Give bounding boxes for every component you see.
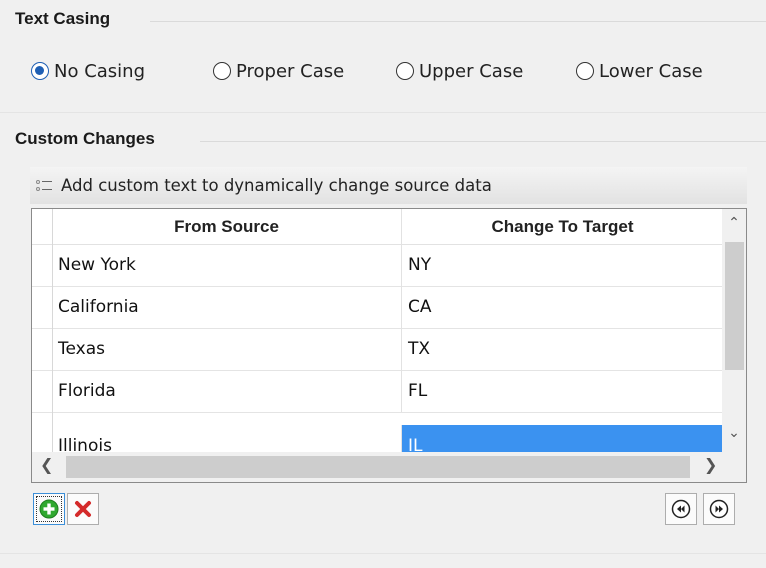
- cell-target[interactable]: CA: [402, 286, 723, 328]
- scroll-left-icon[interactable]: ❮: [40, 455, 53, 474]
- previous-icon: [671, 499, 691, 519]
- next-icon: [709, 499, 729, 519]
- cell-target[interactable]: NY: [402, 244, 723, 286]
- radio-label: Lower Case: [599, 60, 703, 82]
- grid-corner: [32, 209, 53, 244]
- delete-icon: [75, 501, 91, 517]
- radio-unchecked-icon: [576, 62, 594, 80]
- bottom-divider: [0, 553, 766, 554]
- radio-lower-case[interactable]: Lower Case: [576, 58, 703, 84]
- column-header-from-source[interactable]: From Source: [52, 209, 402, 244]
- add-row-button[interactable]: [33, 493, 65, 525]
- radio-label: No Casing: [54, 60, 146, 82]
- move-previous-button[interactable]: [665, 493, 697, 525]
- list-icon: [36, 179, 54, 193]
- scroll-down-icon[interactable]: ⌄: [722, 425, 746, 441]
- cell-source[interactable]: California: [52, 286, 402, 328]
- scroll-up-icon[interactable]: ⌃: [722, 215, 746, 231]
- text-casing-divider: [150, 21, 766, 22]
- table-row[interactable]: Florida FL: [32, 370, 722, 413]
- horizontal-scrollbar[interactable]: ❮ ❯: [32, 452, 746, 482]
- cell-target[interactable]: TX: [402, 328, 723, 370]
- row-header[interactable]: [32, 328, 53, 370]
- move-next-button[interactable]: [703, 493, 735, 525]
- scroll-right-icon[interactable]: ❯: [704, 455, 717, 474]
- grid-hint-bar: Add custom text to dynamically change so…: [30, 167, 747, 204]
- radio-no-casing[interactable]: No Casing: [31, 58, 145, 84]
- text-casing-title: Text Casing: [15, 9, 111, 28]
- cell-source[interactable]: Florida: [52, 370, 402, 412]
- vertical-scroll-thumb[interactable]: [725, 242, 744, 370]
- table-row[interactable]: Texas TX: [32, 328, 722, 371]
- custom-changes-divider: [200, 141, 766, 142]
- cell-source[interactable]: New York: [52, 244, 402, 286]
- radio-label: Upper Case: [419, 60, 524, 82]
- delete-row-button[interactable]: [67, 493, 99, 525]
- cell-source[interactable]: Illinois: [52, 425, 402, 452]
- custom-changes-grid[interactable]: From Source Change To Target New York NY…: [31, 208, 747, 483]
- grid-header-row: From Source Change To Target: [32, 209, 722, 245]
- row-header[interactable]: [32, 286, 53, 328]
- radio-proper-case[interactable]: Proper Case: [213, 58, 344, 84]
- vertical-scrollbar[interactable]: ⌃ ⌄: [722, 209, 746, 452]
- cell-target-selected[interactable]: IL: [402, 425, 722, 452]
- row-header[interactable]: [32, 370, 53, 412]
- radio-label: Proper Case: [236, 60, 345, 82]
- table-row[interactable]: New York NY: [32, 244, 722, 287]
- radio-checked-icon: [31, 62, 49, 80]
- column-header-change-to-target[interactable]: Change To Target: [402, 209, 723, 244]
- table-row-selected[interactable]: Illinois IL: [32, 412, 722, 453]
- row-header[interactable]: [32, 244, 53, 286]
- add-icon: [39, 499, 59, 519]
- cell-source[interactable]: Texas: [52, 328, 402, 370]
- radio-unchecked-icon: [213, 62, 231, 80]
- grid-hint-text: Add custom text to dynamically change so…: [61, 176, 492, 195]
- table-row[interactable]: California CA: [32, 286, 722, 329]
- cell-target[interactable]: FL: [402, 370, 723, 412]
- radio-upper-case[interactable]: Upper Case: [396, 58, 523, 84]
- radio-unchecked-icon: [396, 62, 414, 80]
- horizontal-scroll-thumb[interactable]: [66, 456, 690, 478]
- custom-changes-title: Custom Changes: [15, 129, 155, 148]
- section-divider: [0, 112, 766, 113]
- row-header[interactable]: [32, 412, 53, 452]
